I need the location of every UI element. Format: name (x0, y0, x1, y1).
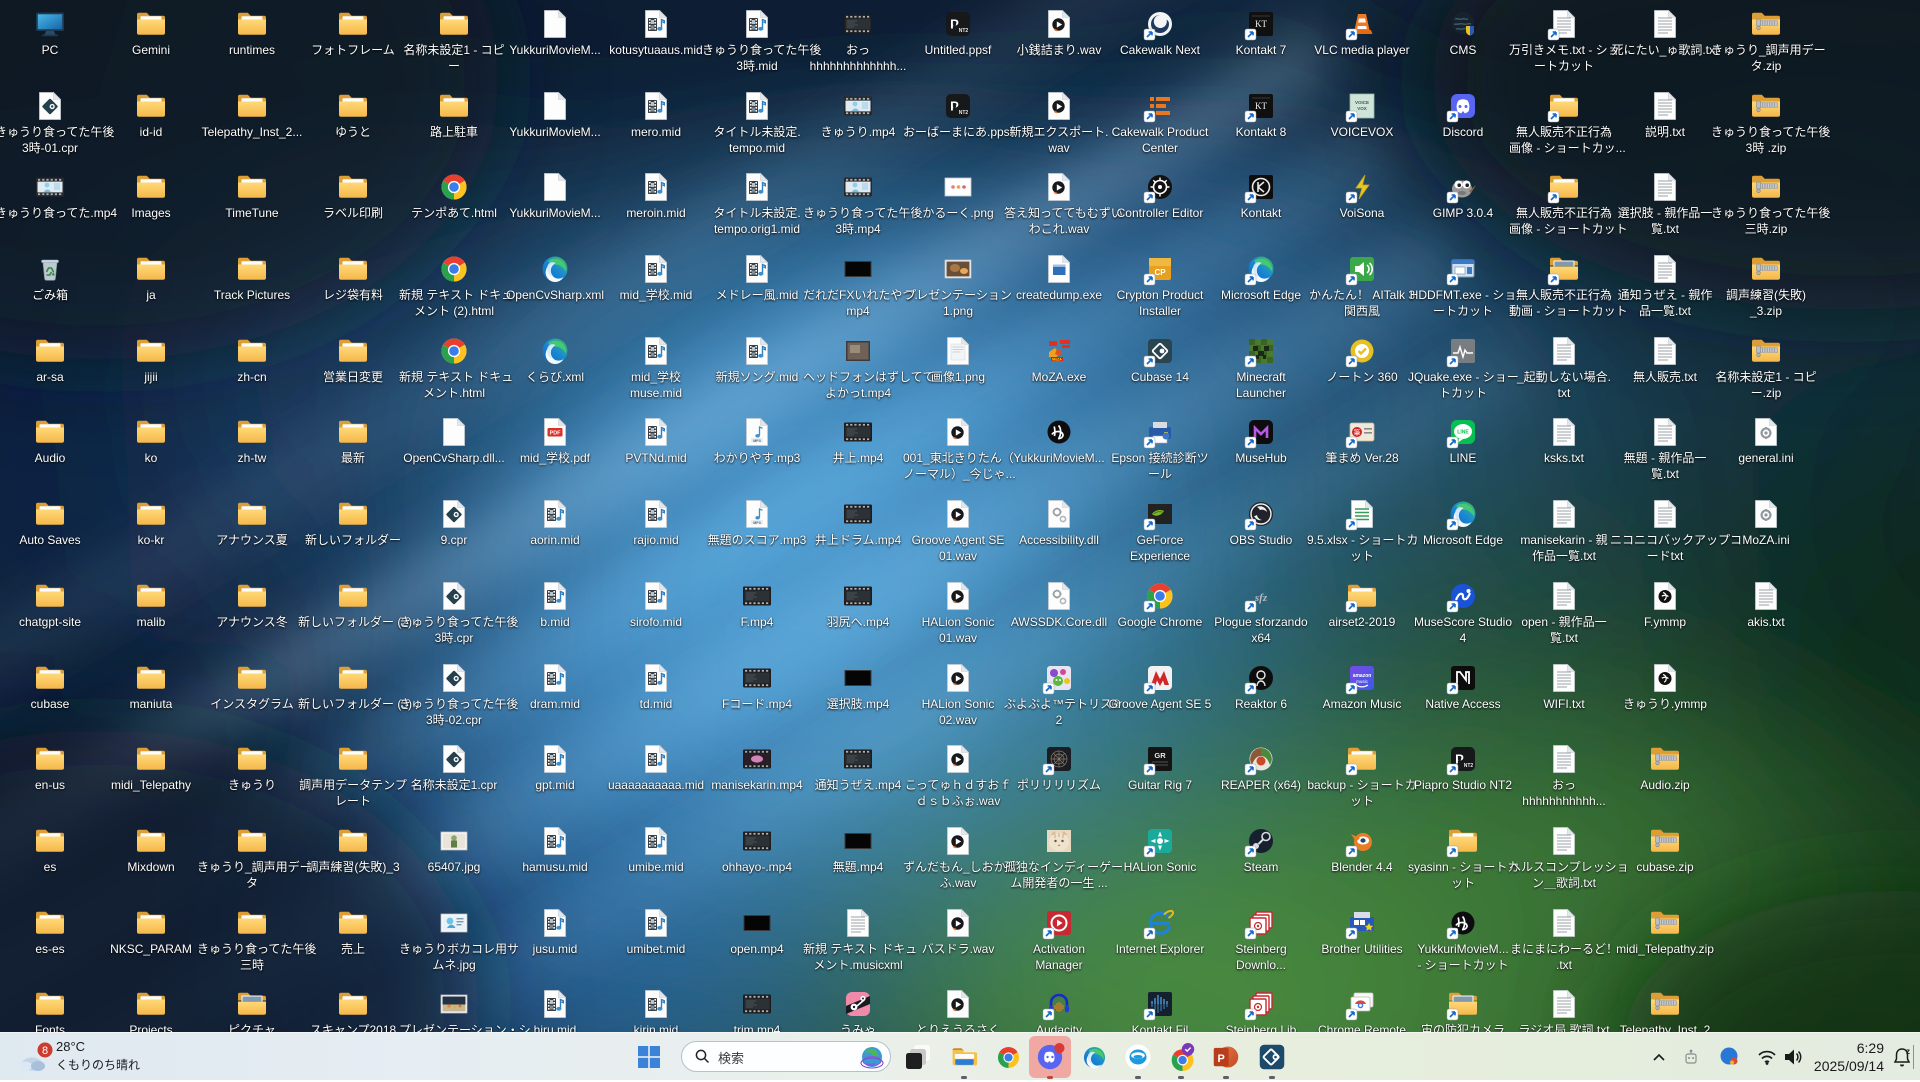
svg-text:P: P (1218, 1053, 1225, 1065)
svg-text:8: 8 (42, 1045, 48, 1057)
svg-text:z: z (1906, 1047, 1910, 1056)
